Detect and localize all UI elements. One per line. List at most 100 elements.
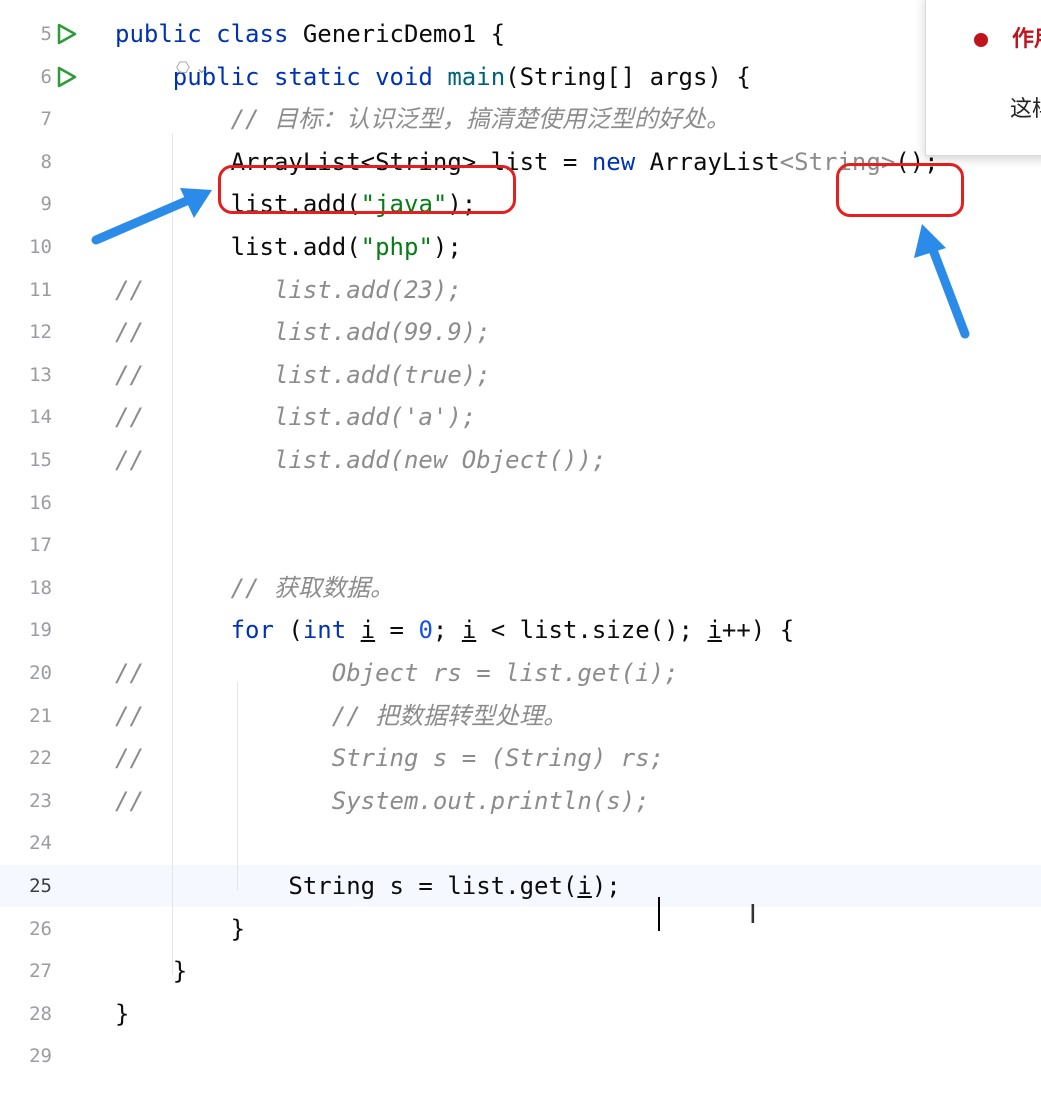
code-token: 把数据转型处理。 (375, 701, 568, 730)
line-number[interactable]: 27 (0, 950, 52, 992)
ibeam-cursor-icon: I (749, 900, 757, 930)
code-line[interactable]: 21 // // 把数据转型处理。 (0, 695, 1041, 737)
code-line[interactable]: 11 // list.add(23); (0, 269, 1041, 311)
code-line[interactable]: 20 // Object rs = list.get(i); (0, 652, 1041, 694)
code-token: ); (591, 872, 621, 900)
code-token: // list.add('a'); (115, 403, 477, 432)
code-line[interactable]: 16 (0, 482, 1041, 524)
code-token: // (230, 105, 274, 134)
code-line[interactable]: 24 (0, 822, 1041, 864)
code-token: ; (432, 616, 462, 645)
line-number[interactable]: 26 (0, 908, 52, 950)
annotation-arrow-right (914, 224, 970, 339)
code-text[interactable]: String s = list.get(i); (115, 865, 621, 907)
line-number[interactable]: 12 (0, 311, 52, 353)
code-token: public class (115, 20, 303, 48)
line-number[interactable]: 11 (0, 269, 52, 311)
code-token: = (375, 616, 419, 645)
code-line[interactable]: 7 // 目标：认识泛型，搞清楚使用泛型的好处。 (0, 98, 1041, 140)
line-number[interactable]: 18 (0, 567, 52, 609)
code-line[interactable]: 17 (0, 524, 1041, 566)
code-text[interactable]: // list.add(23); (115, 269, 462, 311)
code-text[interactable]: // 目标：认识泛型，搞清楚使用泛型的好处。 (115, 98, 730, 140)
code-token: i (360, 616, 376, 645)
code-line[interactable]: 26 } (0, 908, 1041, 950)
code-token: // (230, 573, 274, 602)
code-line[interactable]: 18 // 获取数据。 (0, 567, 1041, 609)
line-number[interactable]: 24 (0, 822, 52, 864)
code-token: // Object rs = list.get(i); (115, 659, 679, 687)
code-token: i (707, 616, 722, 645)
line-number[interactable]: 7 (0, 98, 52, 140)
code-token: // list.add(23); (115, 275, 462, 304)
code-token: // String s = (String) rs; (115, 744, 665, 773)
line-number[interactable]: 19 (0, 609, 52, 651)
line-number[interactable]: 13 (0, 354, 52, 396)
code-line[interactable]: 15 // list.add(new Object()); (0, 439, 1041, 481)
code-text[interactable]: // System.out.println(s); (115, 780, 650, 822)
error-dot-icon (974, 33, 988, 47)
code-text[interactable]: // // 把数据转型处理。 (115, 695, 567, 737)
code-token: ( (288, 616, 303, 645)
code-line[interactable]: 14 // list.add('a'); (0, 396, 1041, 438)
line-number[interactable]: 5 (0, 13, 52, 55)
line-number[interactable]: 16 (0, 482, 52, 524)
line-number[interactable]: 25 (0, 865, 52, 907)
code-text[interactable]: // list.add(new Object()); (115, 439, 606, 481)
line-number[interactable]: 17 (0, 524, 52, 566)
code-token: // System.out.println(s); (115, 786, 650, 815)
code-token: ArrayList (649, 147, 780, 176)
code-editor[interactable]: 5 public class GenericDemo1 {6 public sta… (0, 0, 1041, 1100)
line-number[interactable]: 20 (0, 652, 52, 694)
code-text[interactable]: } (115, 993, 129, 1035)
line-number[interactable]: 10 (0, 226, 52, 268)
text-caret (658, 897, 660, 931)
annotation-box-left (218, 165, 516, 214)
code-token: // list.add(new Object()); (115, 446, 607, 474)
line-number[interactable]: 22 (0, 737, 52, 779)
code-line[interactable]: 12// list.add(99.9); (0, 311, 1041, 353)
annotation-box-right (836, 163, 964, 217)
code-line[interactable]: 13// list.add(true); (0, 354, 1041, 396)
code-token: GenericDemo1 { (302, 20, 506, 48)
line-number[interactable]: 15 (0, 439, 52, 481)
code-token: "php" (360, 233, 433, 261)
code-text[interactable]: } (115, 950, 187, 992)
line-number[interactable]: 6 (0, 56, 52, 98)
notification-popup[interactable]: 作用 这样 (925, 0, 1041, 156)
code-text[interactable]: // 获取数据。 (115, 567, 394, 609)
line-number[interactable]: 28 (0, 993, 52, 1035)
code-token: ++) { (721, 616, 795, 645)
code-line[interactable]: 5 public class GenericDemo1 { (0, 13, 1041, 55)
code-text[interactable]: for (int i = 0; i < list.size(); i++) { (115, 609, 795, 651)
code-text[interactable]: // String s = (String) rs; (115, 737, 664, 779)
code-line[interactable]: 27 } (0, 950, 1041, 992)
line-number[interactable]: 14 (0, 396, 52, 438)
code-token: for (230, 616, 289, 645)
code-line[interactable]: 19 for (int i = 0; i < list.size(); i++)… (0, 609, 1041, 651)
code-line[interactable]: 6 public static void main(String[] args)… (0, 56, 1041, 98)
ai-assistant-hint[interactable]: ⎔ ⌄ (176, 58, 208, 77)
code-text[interactable]: } (115, 908, 245, 950)
line-number[interactable]: 29 (0, 1035, 52, 1077)
code-line[interactable]: 29 (0, 1035, 1041, 1077)
code-token: i (577, 872, 592, 900)
line-number[interactable]: 8 (0, 141, 52, 183)
code-line[interactable]: 22 // String s = (String) rs; (0, 737, 1041, 779)
code-line[interactable]: 23 // System.out.println(s); (0, 780, 1041, 822)
indent-guide (237, 682, 238, 890)
line-number[interactable]: 23 (0, 780, 52, 822)
run-gutter-icon[interactable] (56, 66, 78, 88)
code-token: } (115, 914, 246, 943)
code-line[interactable]: 25 String s = list.get(i); (0, 865, 1041, 907)
code-text[interactable]: // Object rs = list.get(i); (115, 652, 679, 694)
line-number[interactable]: 21 (0, 695, 52, 737)
run-gutter-icon[interactable] (56, 23, 78, 45)
code-line[interactable]: 28} (0, 993, 1041, 1035)
code-text[interactable]: // list.add('a'); (115, 396, 476, 438)
code-token: } (115, 999, 130, 1028)
code-text[interactable]: public class GenericDemo1 { (115, 13, 505, 55)
code-text[interactable]: public static void main(String[] args) { (115, 56, 751, 98)
line-number[interactable]: 9 (0, 183, 52, 225)
